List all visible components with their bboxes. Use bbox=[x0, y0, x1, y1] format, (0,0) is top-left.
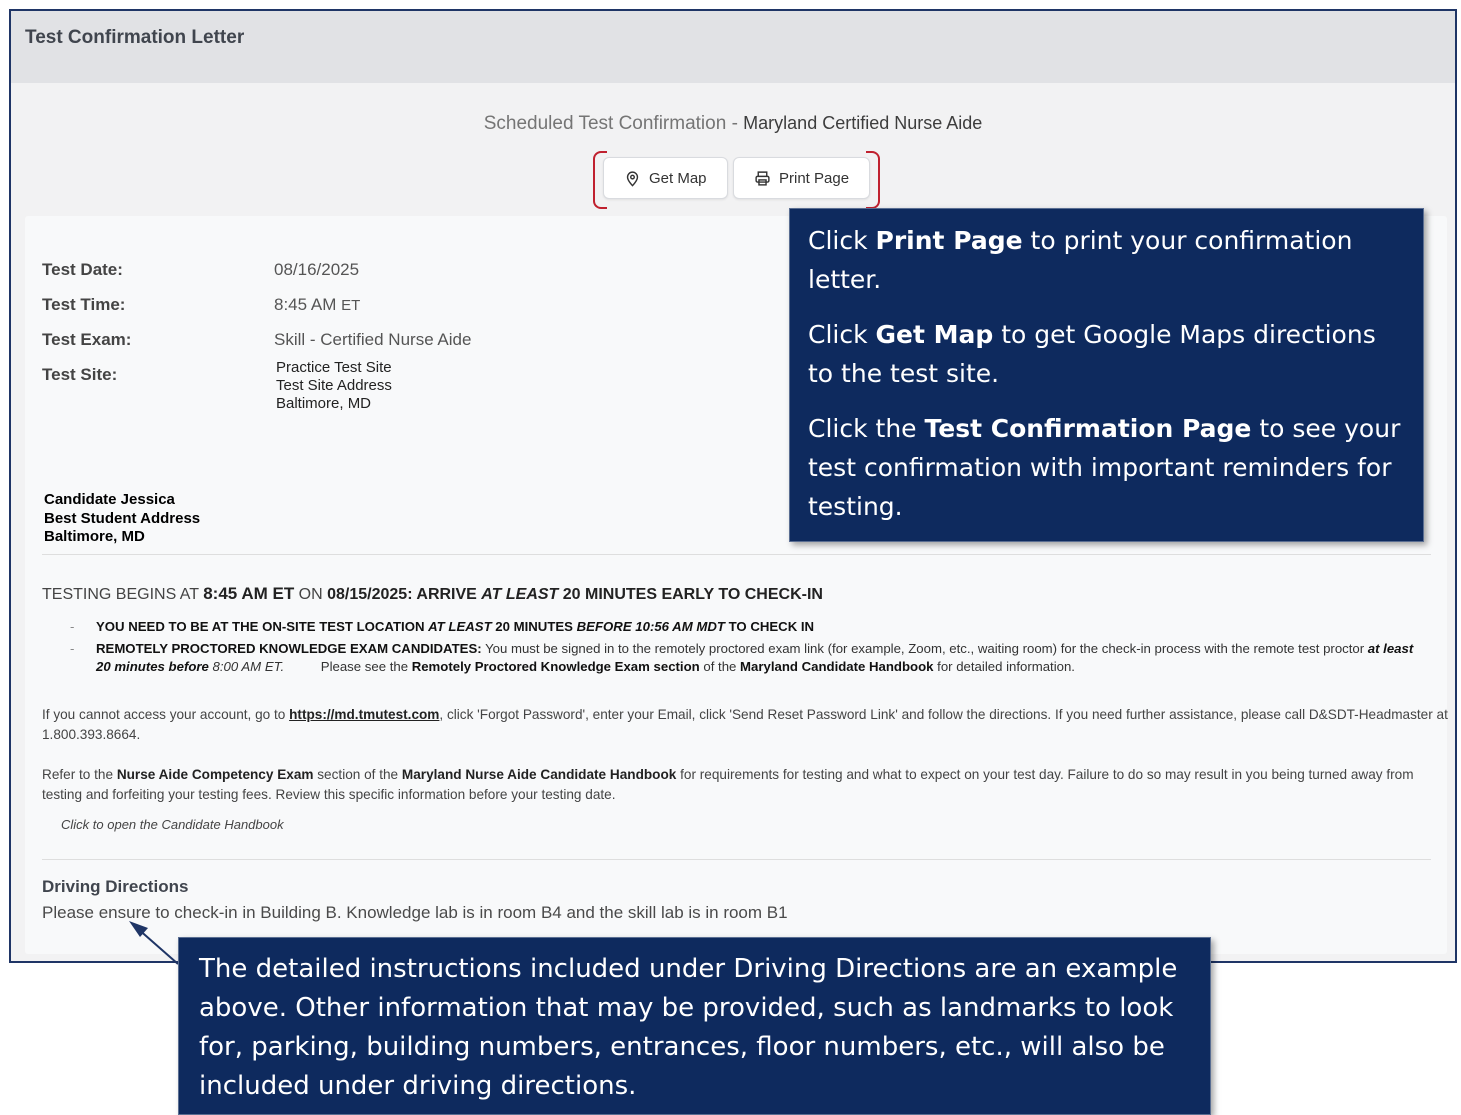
account-help-paragraph: If you cannot access your account, go to… bbox=[42, 705, 1450, 744]
test-date-label: Test Date: bbox=[42, 260, 123, 279]
test-time-zone: ET bbox=[341, 297, 361, 314]
candidate-line: Candidate Jessica bbox=[44, 491, 175, 508]
bullet-text: BEFORE 10:56 AM MDT bbox=[576, 619, 725, 634]
callout-text: Print Page bbox=[875, 226, 1023, 255]
tb-time: 8:45 AM ET bbox=[203, 584, 295, 603]
candidate-handbook-link[interactable]: Click to open the Candidate Handbook bbox=[61, 817, 284, 832]
candidate-line: Best Student Address bbox=[44, 509, 201, 527]
tb-text: 20 MINUTES EARLY TO CHECK-IN bbox=[558, 586, 823, 603]
callout-text: Click the bbox=[808, 414, 925, 443]
test-exam-value: Skill - Certified Nurse Aide bbox=[274, 330, 472, 349]
para-text: Maryland Nurse Aide Candidate Handbook bbox=[401, 767, 677, 782]
tb-text: TESTING BEGINS AT bbox=[42, 586, 204, 603]
test-site-line: Test Site Address bbox=[276, 377, 392, 394]
test-time-text: 8:45 AM bbox=[274, 295, 337, 314]
callout-paragraph: Click Get Map to get Google Maps directi… bbox=[808, 315, 1405, 393]
print-page-button[interactable]: Print Page bbox=[733, 157, 871, 199]
para-text: Nurse Aide Competency Exam bbox=[116, 767, 314, 782]
driving-directions-text: Please ensure to check-in in Building B.… bbox=[42, 903, 788, 922]
para-text: If you cannot access your account, go to bbox=[42, 707, 290, 722]
scheduled-test-heading: Scheduled Test Confirmation - Maryland C… bbox=[11, 113, 1455, 135]
test-date-value: 08/16/2025 bbox=[274, 260, 360, 279]
testing-begins-line: TESTING BEGINS AT 8:45 AM ET ON 08/15/20… bbox=[42, 584, 823, 604]
test-site-value: Practice Test Site Test Site Address Bal… bbox=[276, 359, 392, 413]
bullet-text: Remotely Proctored Knowledge Exam sectio… bbox=[411, 659, 700, 674]
bullet-text: Please see the bbox=[284, 659, 412, 674]
printer-icon bbox=[755, 170, 770, 186]
list-item: YOU NEED TO BE AT THE ON-SITE TEST LOCAT… bbox=[70, 618, 1430, 636]
callout-paragraph: Click Print Page to print your confirmat… bbox=[808, 221, 1405, 299]
divider bbox=[42, 859, 1431, 860]
para-text: Refer to the bbox=[42, 767, 117, 782]
bullet-text: for detailed information. bbox=[933, 659, 1075, 674]
callout-paragraph: Click the Test Confirmation Page to see … bbox=[808, 409, 1405, 526]
print-map-callout: Click Print Page to print your confirmat… bbox=[789, 208, 1424, 542]
bullet-text: 8:00 AM ET. bbox=[208, 659, 285, 674]
handbook-reference-paragraph: Refer to the Nurse Aide Competency Exam … bbox=[42, 765, 1450, 804]
para-text: section of the bbox=[313, 767, 402, 782]
tb-at-least: AT LEAST bbox=[481, 586, 559, 603]
reminder-list: YOU NEED TO BE AT THE ON-SITE TEST LOCAT… bbox=[70, 618, 1430, 680]
candidate-address: Candidate Jessica Best Student Address B… bbox=[44, 491, 200, 547]
get-map-label: Get Map bbox=[649, 169, 707, 187]
test-site-line: Practice Test Site bbox=[276, 359, 392, 376]
bullet-text: Maryland Candidate Handbook bbox=[740, 659, 934, 674]
list-item: REMOTELY PROCTORED KNOWLEDGE EXAM CANDID… bbox=[70, 640, 1430, 676]
tb-text: ARRIVE bbox=[412, 586, 482, 603]
callout-text: The detailed instructions included under… bbox=[199, 954, 1178, 1101]
bullet-text: 20 MINUTES bbox=[491, 619, 577, 634]
bullet-text: You must be signed in to the remotely pr… bbox=[481, 641, 1368, 656]
test-time-value: 8:45 AM ET bbox=[274, 295, 360, 315]
test-time-label: Test Time: bbox=[42, 295, 126, 314]
heading-program: Maryland Certified Nurse Aide bbox=[743, 113, 983, 133]
page-title: Test Confirmation Letter bbox=[11, 11, 1455, 83]
bullet-text: YOU NEED TO BE AT THE ON-SITE TEST LOCAT… bbox=[96, 619, 429, 634]
page-title-text: Test Confirmation Letter bbox=[25, 27, 245, 48]
map-pin-icon bbox=[626, 170, 639, 187]
callout-text: Test Confirmation Page bbox=[924, 414, 1252, 443]
candidate-line: Baltimore, MD bbox=[44, 528, 145, 545]
bullet-text: of the bbox=[699, 659, 741, 674]
test-site-line: Baltimore, MD bbox=[276, 395, 372, 412]
bullet-text: TO CHECK IN bbox=[724, 619, 815, 634]
callout-text: Click bbox=[808, 226, 876, 255]
test-exam-label: Test Exam: bbox=[42, 330, 132, 349]
bullet-text: AT LEAST bbox=[428, 619, 492, 634]
print-page-label: Print Page bbox=[779, 169, 850, 187]
driving-directions-callout: The detailed instructions included under… bbox=[178, 937, 1211, 1115]
callout-text: Click bbox=[808, 320, 876, 349]
divider bbox=[42, 554, 1431, 555]
bullet-text: REMOTELY PROCTORED KNOWLEDGE EXAM CANDID… bbox=[96, 641, 482, 656]
tmutest-link[interactable]: https://md.tmutest.com bbox=[289, 707, 439, 722]
driving-directions-title: Driving Directions bbox=[42, 877, 189, 896]
callout-text: Get Map bbox=[875, 320, 994, 349]
heading-prefix: Scheduled Test Confirmation - bbox=[483, 113, 744, 134]
get-map-button[interactable]: Get Map bbox=[603, 157, 728, 199]
tb-text: ON bbox=[294, 586, 328, 603]
tb-date: 08/15/2025: bbox=[327, 586, 413, 603]
test-site-label: Test Site: bbox=[42, 365, 118, 384]
